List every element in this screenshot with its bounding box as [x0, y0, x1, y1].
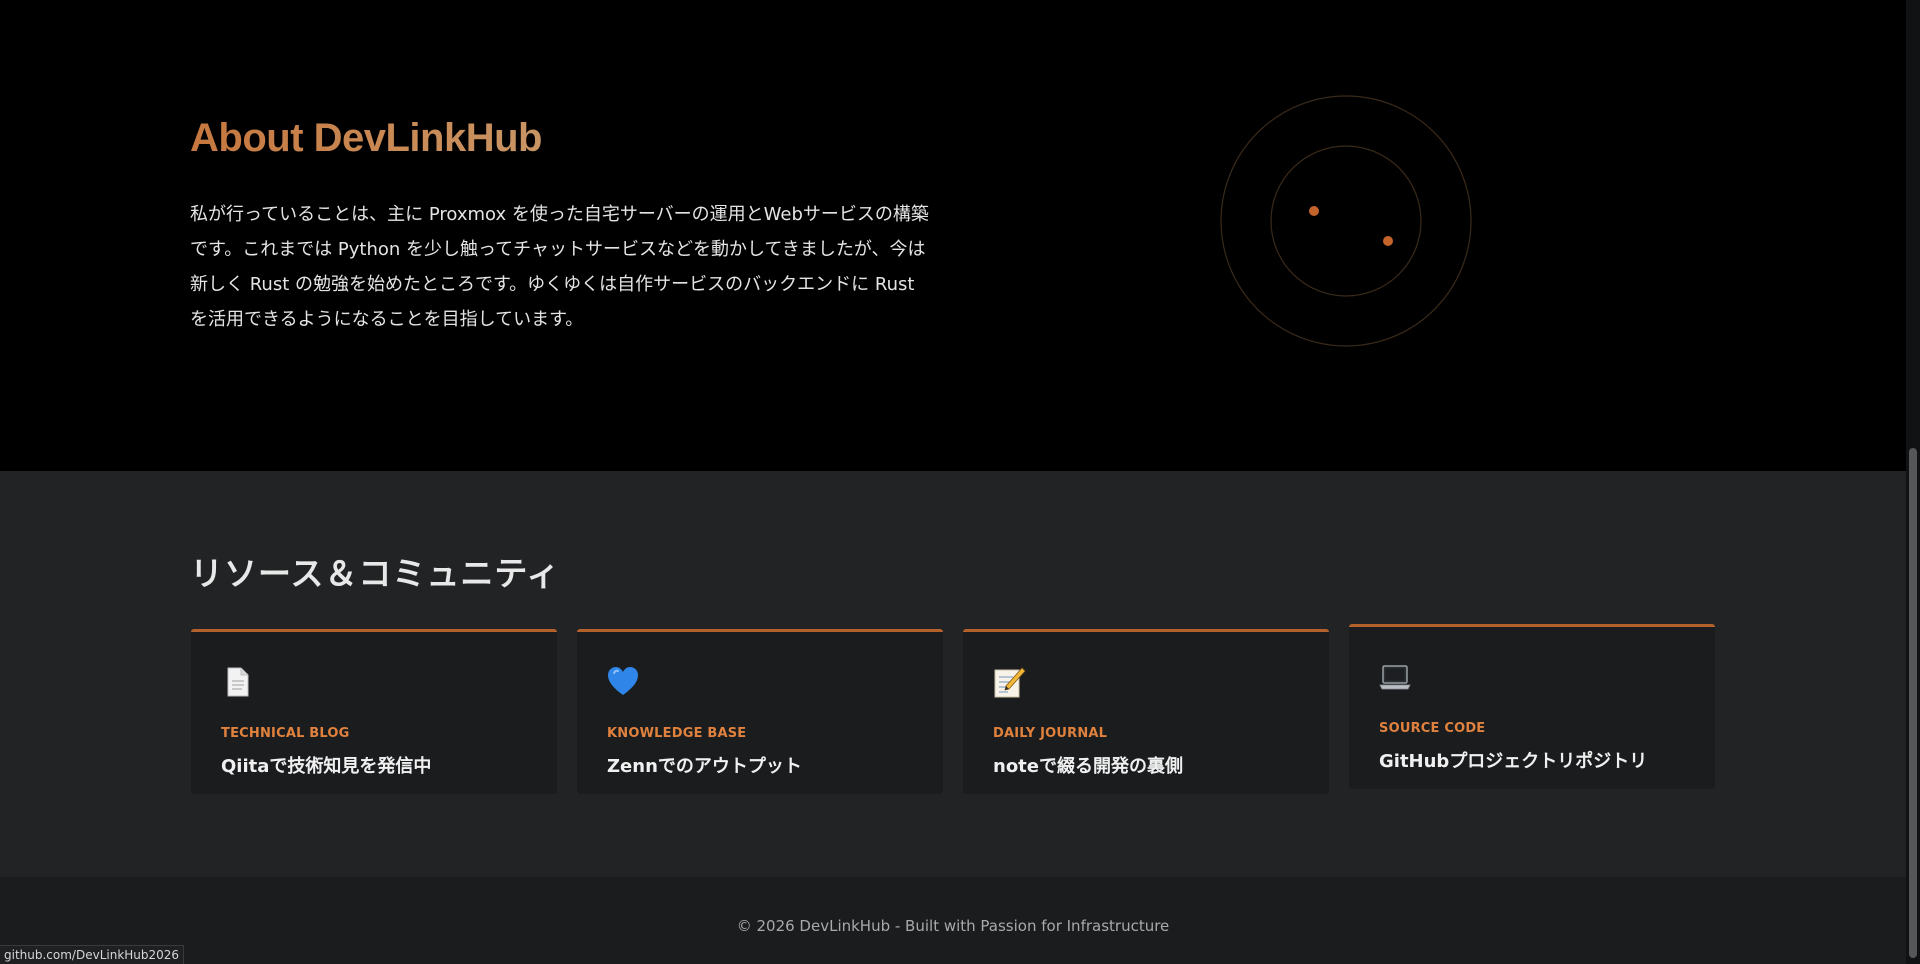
- card-label: KNOWLEDGE BASE: [607, 726, 747, 741]
- footer-copyright: © 2026 DevLinkHub - Built with Passion f…: [736, 917, 1170, 935]
- scrollbar-thumb[interactable]: [1909, 448, 1917, 958]
- card-description: noteで綴る開発の裏側: [993, 756, 1183, 777]
- resource-card-technical-blog[interactable]: TECHNICAL BLOG Qiitaで技術知見を発信中: [191, 629, 557, 794]
- card-label: TECHNICAL BLOG: [221, 726, 350, 741]
- document-icon: [227, 667, 249, 697]
- resource-card-daily-journal[interactable]: DAILY JOURNAL noteで綴る開発の裏側: [963, 629, 1329, 794]
- status-bar-link-preview: github.com/DevLinkHub2026: [0, 945, 185, 964]
- page: About DevLinkHub 私が行っていることは、主に Proxmox を…: [0, 0, 1920, 964]
- orbit-graphic: [1160, 95, 1590, 347]
- about-section: About DevLinkHub 私が行っていることは、主に Proxmox を…: [0, 0, 1906, 471]
- orbit-dot-2: [1383, 236, 1393, 246]
- card-description: Qiitaで技術知見を発信中: [221, 756, 432, 777]
- resources-section: リソース＆コミュニティ TECHNICAL BLOG Qiitaで技術知見を発信…: [0, 471, 1906, 877]
- footer: © 2026 DevLinkHub - Built with Passion f…: [0, 877, 1906, 964]
- card-label: DAILY JOURNAL: [993, 726, 1108, 741]
- memo-icon: [994, 667, 1026, 698]
- resource-card-source-code[interactable]: SOURCE CODE GitHubプロジェクトリポジトリ: [1349, 624, 1715, 789]
- blue-heart-icon: [608, 667, 638, 695]
- about-title: About DevLinkHub: [190, 116, 542, 160]
- card-description: GitHubプロジェクトリポジトリ: [1379, 751, 1648, 772]
- laptop-icon: [1379, 665, 1411, 690]
- resources-title: リソース＆コミュニティ: [190, 554, 561, 593]
- vertical-scrollbar[interactable]: [1906, 0, 1920, 964]
- orbit-dot-1: [1309, 206, 1319, 216]
- about-description: 私が行っていることは、主に Proxmox を使った自宅サーバーの運用とWebサ…: [190, 204, 929, 330]
- resource-card-knowledge-base[interactable]: KNOWLEDGE BASE Zennでのアウトプット: [577, 629, 943, 794]
- card-description: Zennでのアウトプット: [607, 756, 802, 777]
- card-label: SOURCE CODE: [1379, 721, 1486, 736]
